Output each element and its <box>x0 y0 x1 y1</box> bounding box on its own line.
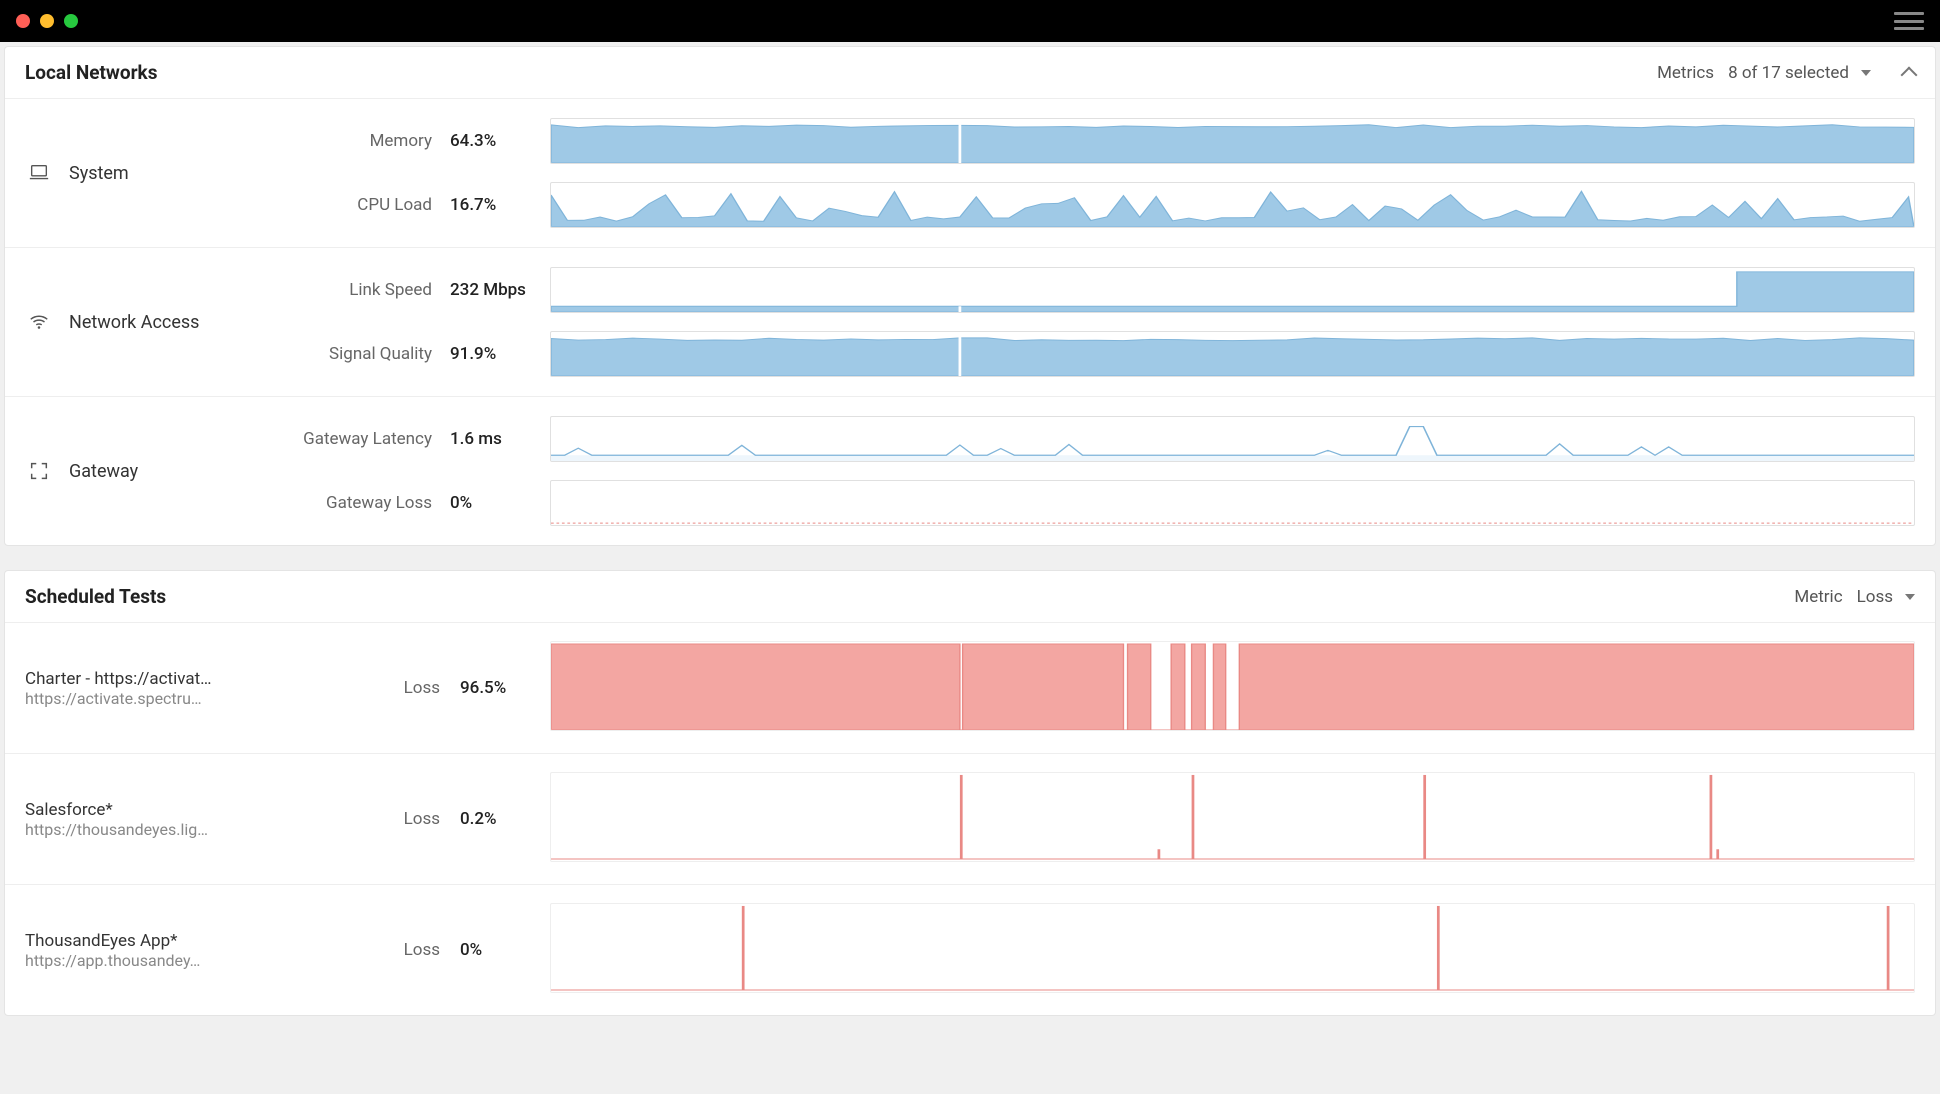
metric-row[interactable]: Signal Quality 91.9% <box>280 322 550 386</box>
test-metric-value: 0% <box>460 940 530 960</box>
metrics-dropdown[interactable]: 8 of 17 selected <box>1728 63 1871 83</box>
chevron-down-icon <box>1905 594 1915 600</box>
metric-name: Gateway Latency <box>303 429 432 449</box>
scheduled-tests-panel: Scheduled Tests Metric Loss Charter - ht… <box>4 570 1936 1016</box>
sparkline[interactable] <box>550 109 1915 173</box>
metric-value: 1.6 ms <box>450 429 532 449</box>
test-sparkline[interactable] <box>550 903 1915 997</box>
laptop-icon <box>25 162 53 184</box>
test-title: Charter - https://activat… <box>25 669 345 689</box>
local-networks-header: Local Networks Metrics 8 of 17 selected <box>5 47 1935 98</box>
collapse-panel-button[interactable] <box>1901 66 1918 83</box>
metric-name: Memory <box>370 131 432 151</box>
test-metric-label: Loss <box>345 940 440 960</box>
metric-row[interactable]: Memory 64.3% <box>280 109 550 173</box>
metrics-label: Metrics <box>1657 63 1714 83</box>
local-networks-panel: Local Networks Metrics 8 of 17 selected … <box>4 46 1936 546</box>
metric-value: 232 Mbps <box>450 280 532 300</box>
maximize-window-button[interactable] <box>64 14 78 28</box>
metric-dropdown[interactable]: Loss <box>1857 587 1915 607</box>
metric-group-network-access: Network Access Link Speed 232 Mbps Signal Q… <box>5 247 1935 396</box>
metric-value: 64.3% <box>450 131 532 151</box>
test-name: ThousandEyes App* https://app.thousandey… <box>25 931 345 970</box>
metric-value: Loss <box>1857 587 1893 607</box>
scheduled-tests-header: Scheduled Tests Metric Loss <box>5 571 1935 622</box>
test-metric-value: 96.5% <box>460 678 530 698</box>
sparkline[interactable] <box>550 407 1915 471</box>
scheduled-tests-title: Scheduled Tests <box>25 585 166 608</box>
test-metric: Loss 0% <box>345 940 550 960</box>
test-sparkline[interactable] <box>550 772 1915 866</box>
metric-label: Metric <box>1794 587 1842 607</box>
metric-row[interactable]: Gateway Loss 0% <box>280 471 550 535</box>
metric-row[interactable]: CPU Load 16.7% <box>280 173 550 237</box>
sparkline[interactable] <box>550 322 1915 386</box>
sparkline[interactable] <box>550 471 1915 535</box>
test-sparkline[interactable] <box>550 641 1915 735</box>
metric-name: Gateway Loss <box>326 493 432 513</box>
group-label: System <box>25 109 280 237</box>
test-metric: Loss 0.2% <box>345 809 550 829</box>
test-metric-label: Loss <box>345 678 440 698</box>
metric-name: CPU Load <box>357 195 432 215</box>
test-row[interactable]: Charter - https://activat… https://activ… <box>5 622 1935 753</box>
gateway-icon <box>25 460 53 482</box>
test-url: https://app.thousandey… <box>25 951 345 970</box>
menu-icon[interactable] <box>1894 12 1924 30</box>
group-name: Gateway <box>69 461 138 482</box>
metric-value: 16.7% <box>450 195 532 215</box>
test-url: https://activate.spectru… <box>25 689 345 708</box>
test-url: https://thousandeyes.lig… <box>25 820 345 839</box>
group-name: System <box>69 163 129 184</box>
group-label: Gateway <box>25 407 280 535</box>
test-row[interactable]: ThousandEyes App* https://app.thousandey… <box>5 884 1935 1015</box>
test-metric-label: Loss <box>345 809 440 829</box>
metric-row[interactable]: Link Speed 232 Mbps <box>280 258 550 322</box>
group-label: Network Access <box>25 258 280 386</box>
test-metric-value: 0.2% <box>460 809 530 829</box>
test-title: Salesforce* <box>25 800 345 820</box>
metric-value: 91.9% <box>450 344 532 364</box>
titlebar <box>0 0 1940 42</box>
close-window-button[interactable] <box>16 14 30 28</box>
wifi-icon <box>25 311 53 333</box>
local-networks-title: Local Networks <box>25 61 157 84</box>
metric-group-gateway: Gateway Gateway Latency 1.6 ms Gateway Loss… <box>5 396 1935 545</box>
sparkline[interactable] <box>550 258 1915 322</box>
test-name: Salesforce* https://thousandeyes.lig… <box>25 800 345 839</box>
metric-name: Signal Quality <box>329 344 432 364</box>
metrics-summary: 8 of 17 selected <box>1728 63 1849 83</box>
metric-group-system: System Memory 64.3% CPU Load 16.7% <box>5 98 1935 247</box>
metric-value: 0% <box>450 493 532 513</box>
metric-name: Link Speed <box>349 280 432 300</box>
window-controls <box>16 14 78 28</box>
test-name: Charter - https://activat… https://activ… <box>25 669 345 708</box>
minimize-window-button[interactable] <box>40 14 54 28</box>
panel-gap <box>0 546 1940 566</box>
sparkline[interactable] <box>550 173 1915 237</box>
test-title: ThousandEyes App* <box>25 931 345 951</box>
test-metric: Loss 96.5% <box>345 678 550 698</box>
chevron-down-icon <box>1861 70 1871 76</box>
group-name: Network Access <box>69 312 199 333</box>
metric-row[interactable]: Gateway Latency 1.6 ms <box>280 407 550 471</box>
test-row[interactable]: Salesforce* https://thousandeyes.lig… Lo… <box>5 753 1935 884</box>
